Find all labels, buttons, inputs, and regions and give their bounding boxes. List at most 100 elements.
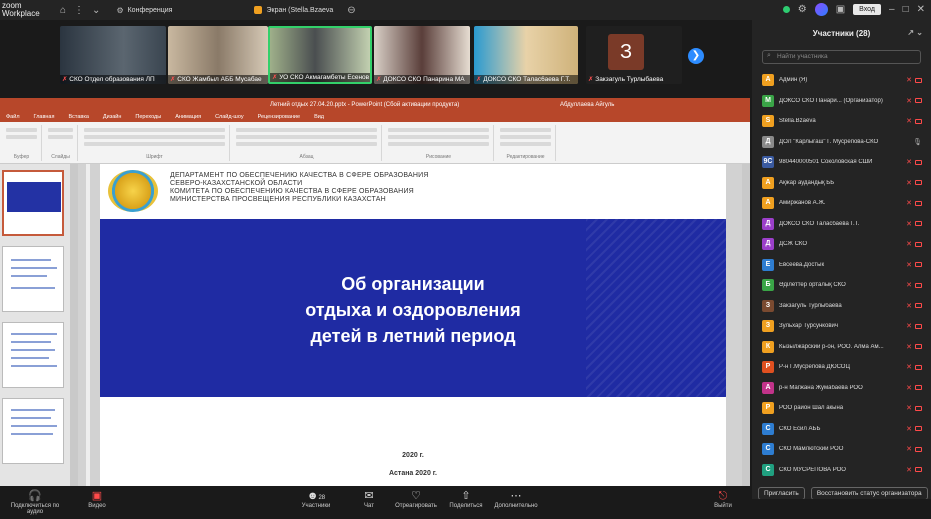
- ppt-menu-item[interactable]: Рецензирование: [258, 114, 300, 120]
- participant-row[interactable]: А Админ (Я) ✕: [762, 72, 922, 88]
- participant-row[interactable]: М ДОКСО СКО Панари... (Организатор) ✕: [762, 93, 922, 109]
- participant-row[interactable]: Р РОО район Шал акына ✕: [762, 400, 922, 416]
- avatar: Е: [762, 258, 774, 271]
- participant-name: Зульхар Турсункович: [779, 323, 838, 329]
- maximize-icon[interactable]: □: [903, 4, 909, 15]
- participant-row[interactable]: Д ДОЛ "Карлыгаш" Г. Мусрепова-СКО 🎙: [762, 134, 922, 150]
- ppt-menu-item[interactable]: Анимация: [175, 114, 201, 120]
- slide-title-line: отдыха и оздоровления: [305, 300, 521, 320]
- ppt-title-bar: Летний отдых 27.04.20.pptx - PowerPoint …: [0, 98, 750, 112]
- participant-name: ДОКСО СКО Таласбаева Г.Т.: [779, 220, 860, 227]
- slide-city: Астана 2020 г.: [389, 470, 437, 477]
- video-tile[interactable]: ✗ ДОКСО СКО Панарина МА: [374, 26, 470, 84]
- participant-status: ✕: [906, 220, 922, 228]
- participant-row[interactable]: Ар-н Магжана Жумабаева РОО ✕: [762, 380, 922, 396]
- mic-off-icon: ✕: [906, 159, 912, 166]
- minimize-icon[interactable]: –: [889, 4, 895, 15]
- ribbon-group-paragraph[interactable]: Абзац: [232, 125, 382, 161]
- slide-thumbnail[interactable]: [2, 246, 64, 312]
- tab-meeting[interactable]: ⚙ Конференция: [110, 0, 178, 20]
- video-button[interactable]: ▣ Видео: [82, 489, 112, 509]
- ppt-menu-item[interactable]: Файл: [6, 114, 20, 120]
- participant-row[interactable]: S Stella.Bzaeva ✕: [762, 113, 922, 129]
- mic-off-icon: ✕: [906, 118, 912, 125]
- slide-thumbnail[interactable]: [2, 170, 64, 236]
- status-icon: [782, 6, 790, 13]
- participant-status: ✕: [906, 261, 922, 269]
- slide-thumbnail[interactable]: [2, 398, 64, 464]
- video-tile[interactable]: ✗ УО СКО Акмагамбеты Есенов: [268, 26, 372, 84]
- ppt-menu-item[interactable]: Переходы: [135, 114, 161, 120]
- participant-status: ✕: [906, 76, 922, 84]
- participant-row[interactable]: Д ДОКСО СКО Таласбаева Г.Т. ✕: [762, 216, 922, 232]
- participant-row[interactable]: С СКО МУСРЕПОВА РОО ✕: [762, 462, 922, 478]
- ai-companion-icon[interactable]: [814, 3, 828, 16]
- participant-row[interactable]: Б Әділеттер орталық СКО ✕: [762, 277, 922, 293]
- ribbon-group-drawing[interactable]: Рисование: [384, 125, 494, 161]
- more-icon[interactable]: ⋮: [74, 5, 84, 16]
- more-icon: ⋯: [510, 490, 522, 502]
- vertical-ruler: [86, 164, 90, 486]
- shared-screen: Летний отдых 27.04.20.pptx - PowerPoint …: [0, 98, 750, 486]
- close-icon[interactable]: ⊖: [347, 5, 355, 16]
- participant-row[interactable]: Е Евсеева.Достык ✕: [762, 257, 922, 273]
- popout-icon[interactable]: ↗ ⌄: [907, 28, 923, 37]
- video-name: ДОКСО СКО Панарина МА: [383, 76, 465, 83]
- ppt-menu-item[interactable]: Слайд-шоу: [215, 114, 244, 120]
- video-tile[interactable]: ✗ СКО Отдел образования ЛП: [60, 26, 166, 84]
- participant-row[interactable]: Д ДСЖ СКО ✕: [762, 236, 922, 252]
- participant-row[interactable]: Р Р-н Г.Мусрепова ДЮСОЦ ✕: [762, 359, 922, 375]
- title-bar-actions: ⚙ ▣ Вход – □ ✕: [782, 3, 925, 16]
- participant-row[interactable]: С СКО Есил АББ ✕: [762, 421, 922, 437]
- camera-off-icon: [915, 446, 922, 452]
- participant-row[interactable]: З Закзагуль Турлыбаева ✕: [762, 298, 922, 314]
- signin-button[interactable]: Вход: [853, 4, 881, 15]
- notes-icon[interactable]: ▣: [836, 4, 845, 15]
- chat-button[interactable]: ✉ Чат: [356, 489, 382, 509]
- slide-thumbnail[interactable]: [2, 322, 64, 388]
- next-page-icon[interactable]: ❯: [688, 48, 704, 64]
- slide-year: 2020 г.: [402, 452, 424, 459]
- zoom-window: zoom Workplace ⌂ ⋮ ⌄ ⚙ Конференция Экран…: [0, 0, 931, 519]
- ppt-menu-item[interactable]: Главная: [34, 114, 55, 120]
- ribbon-group-editing[interactable]: Редактирование: [496, 125, 556, 161]
- chat-icon: ✉: [364, 490, 374, 502]
- react-button[interactable]: ♡ Отреагировать: [392, 489, 440, 509]
- home-icon[interactable]: ⌂: [60, 5, 66, 16]
- ribbon-group-clipboard[interactable]: Буфер: [2, 125, 42, 161]
- video-tile[interactable]: ✗ ДОКСО СКО Талас6аева Г.Т.: [474, 26, 578, 84]
- participant-row[interactable]: А Ақжар аудандық ББ ✕: [762, 175, 922, 191]
- share-button[interactable]: ⇧ Поделиться: [446, 489, 486, 509]
- chevron-down-icon[interactable]: ⌄: [92, 5, 100, 16]
- current-slide[interactable]: ДЕПАРТАМЕНТ ПО ОБЕСПЕЧЕНИЮ КАЧЕСТВА В СФ…: [100, 164, 726, 486]
- leave-button[interactable]: ⎋ Выйти: [710, 489, 736, 509]
- participant-row[interactable]: А Амиржанов А.Ж. ✕: [762, 195, 922, 211]
- participant-row[interactable]: К Кызылжарский р-он, РОО. Алма Ам... ✕: [762, 339, 922, 355]
- join-audio-button[interactable]: 🎧 Подключиться по аудио: [2, 489, 68, 515]
- video-tile[interactable]: З ✗ Закзагуль Турлыбаева: [586, 26, 682, 84]
- ppt-menu-item[interactable]: Дизайн: [103, 114, 122, 120]
- video-caption: ✗ УО СКО Акмагамбеты Есенов: [270, 73, 370, 82]
- more-button[interactable]: ⋯ Дополнительно: [492, 489, 540, 509]
- participant-row[interactable]: З Зульхар Турсункович ✕: [762, 318, 922, 334]
- tab-screen[interactable]: Экран (Stella.Bzaeva ⊖: [248, 0, 365, 20]
- ribbon-group-font[interactable]: Шрифт: [80, 125, 230, 161]
- avatar: Р: [762, 402, 774, 414]
- video-tile[interactable]: ✗ СКО Жамбыл АББ Мусабае: [168, 26, 268, 84]
- camera-off-icon: [915, 159, 922, 165]
- participant-name: Амиржанов А.Ж.: [779, 200, 826, 206]
- participant-search-input[interactable]: Найти участника: [762, 50, 921, 64]
- settings-icon[interactable]: ⚙: [798, 4, 807, 15]
- participant-status: ✕: [906, 97, 922, 105]
- participant-row[interactable]: С СКО Мамлютский РОО ✕: [762, 441, 922, 457]
- ppt-menu-item[interactable]: Вид: [314, 114, 324, 120]
- ppt-menu-item[interactable]: Вставка: [68, 114, 88, 120]
- participant-row[interactable]: 9С 980440000501 Соколовская СШИ ✕: [762, 154, 922, 170]
- participant-name: р-н Магжана Жумабаева РОО: [779, 384, 863, 391]
- camera-off-icon: [915, 405, 922, 411]
- ribbon-group-slides[interactable]: Слайды: [44, 125, 78, 161]
- more-label: Дополнительно: [494, 503, 538, 509]
- ribbon-group-label: Абзац: [299, 154, 314, 160]
- close-window-icon[interactable]: ✕: [917, 4, 925, 15]
- participants-button[interactable]: ☻28 Участники: [296, 489, 336, 509]
